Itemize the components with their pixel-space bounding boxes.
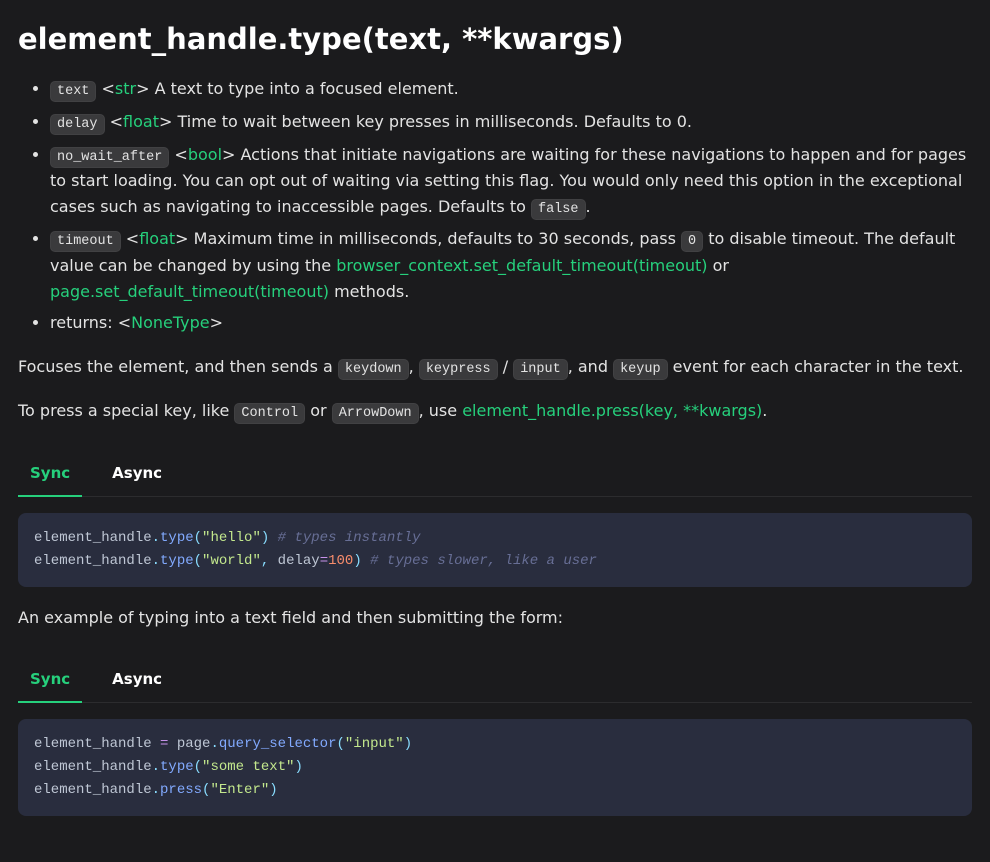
keydown-code: keydown <box>338 359 409 380</box>
link-element-handle-press[interactable]: element_handle.press(key, **kwargs) <box>462 401 762 420</box>
desc2-tail: . <box>762 401 767 420</box>
tok: "world" <box>202 553 261 569</box>
desc1-pre: Focuses the element, and then sends a <box>18 357 338 376</box>
desc2-pre: To press a special key, like <box>18 401 234 420</box>
param-no-wait-after: no_wait_after <bool> Actions that initia… <box>50 142 972 221</box>
parameters-list: text <str> A text to type into a focused… <box>18 76 972 335</box>
tok: element_handle <box>34 782 152 798</box>
tok: delay <box>278 553 320 569</box>
param-delay: delay <float> Time to wait between key p… <box>50 109 972 136</box>
control-code: Control <box>234 403 305 424</box>
description-events: Focuses the element, and then sends a ke… <box>18 354 972 381</box>
param-delay-desc: > Time to wait between key presses in mi… <box>159 112 692 131</box>
param-text: text <str> A text to type into a focused… <box>50 76 972 103</box>
tok: page <box>168 736 210 752</box>
tok: 100 <box>328 553 353 569</box>
param-returns: returns: <NoneType> <box>50 310 972 336</box>
tok: element_handle <box>34 530 152 546</box>
tok: "some text" <box>202 759 294 775</box>
tok <box>269 530 277 546</box>
code-tabs-2: Sync Async <box>18 657 972 703</box>
tok: ) <box>404 736 412 752</box>
type-link-str[interactable]: str <box>115 79 136 98</box>
tok: type <box>160 759 194 775</box>
tok: . <box>152 782 160 798</box>
param-name-code: text <box>50 81 96 102</box>
mid-paragraph: An example of typing into a text field a… <box>18 605 972 631</box>
tok <box>269 553 277 569</box>
param-name-code: delay <box>50 114 105 135</box>
tok: type <box>160 553 194 569</box>
keypress-code: keypress <box>419 359 498 380</box>
tok: "Enter" <box>210 782 269 798</box>
desc1-tail: event for each character in the text. <box>668 357 964 376</box>
tok: = <box>320 553 328 569</box>
param-text-desc: > A text to type into a focused element. <box>136 79 459 98</box>
false-code: false <box>531 199 586 220</box>
code-example-1: element_handle.type("hello") # types ins… <box>18 513 972 587</box>
tok: ( <box>194 759 202 775</box>
tab-async[interactable]: Async <box>100 657 174 703</box>
tok: element_handle <box>34 759 152 775</box>
param-timeout-or: or <box>708 256 729 275</box>
tok: "input" <box>345 736 404 752</box>
tab-sync[interactable]: Sync <box>18 657 82 703</box>
type-link-float[interactable]: float <box>123 112 159 131</box>
sep: , <box>409 357 419 376</box>
use: , use <box>419 401 463 420</box>
type-link-bool[interactable]: bool <box>188 145 222 164</box>
arrowdown-code: ArrowDown <box>332 403 419 424</box>
param-timeout: timeout <float> Maximum time in millisec… <box>50 226 972 304</box>
tok: ( <box>194 553 202 569</box>
type-link-float[interactable]: float <box>139 229 175 248</box>
tok: type <box>160 530 194 546</box>
tok: . <box>152 553 160 569</box>
tok: element_handle <box>34 736 160 752</box>
tok: ( <box>194 530 202 546</box>
tab-sync[interactable]: Sync <box>18 451 82 497</box>
tok: . <box>210 736 218 752</box>
tab-async[interactable]: Async <box>100 451 174 497</box>
tok: ) <box>294 759 302 775</box>
tok: , <box>261 553 269 569</box>
tok: "hello" <box>202 530 261 546</box>
param-timeout-tail: methods. <box>329 282 409 301</box>
link-browser-context-timeout[interactable]: browser_context.set_default_timeout(time… <box>336 256 707 275</box>
tok: element_handle <box>34 553 152 569</box>
keyup-code: keyup <box>613 359 668 380</box>
param-nwa-desc-2: . <box>586 197 591 216</box>
type-link-nonetype[interactable]: NoneType <box>131 313 210 332</box>
input-code: input <box>513 359 568 380</box>
doc-container: element_handle.type(text, **kwargs) text… <box>0 0 990 862</box>
tok <box>362 553 370 569</box>
tok: . <box>152 530 160 546</box>
tok: # types instantly <box>278 530 421 546</box>
tok: # types slower, like a user <box>370 553 597 569</box>
tok: . <box>152 759 160 775</box>
returns-label: returns: < <box>50 313 131 332</box>
tok: ) <box>261 530 269 546</box>
param-name-code: no_wait_after <box>50 147 169 168</box>
sep: , and <box>568 357 613 376</box>
tok: query_selector <box>219 736 337 752</box>
tok: press <box>160 782 202 798</box>
tok: ) <box>269 782 277 798</box>
tok: ( <box>336 736 344 752</box>
tok: ) <box>353 553 361 569</box>
link-page-timeout[interactable]: page.set_default_timeout(timeout) <box>50 282 329 301</box>
slash: / <box>498 357 514 376</box>
returns-tail: > <box>210 313 223 332</box>
or: or <box>305 401 332 420</box>
param-timeout-desc-1: > Maximum time in milliseconds, defaults… <box>175 229 681 248</box>
param-name-code: timeout <box>50 231 121 252</box>
zero-code: 0 <box>681 231 703 252</box>
code-example-2: element_handle = page.query_selector("in… <box>18 719 972 816</box>
method-heading: element_handle.type(text, **kwargs) <box>18 16 972 62</box>
description-special-key: To press a special key, like Control or … <box>18 398 972 425</box>
code-tabs-1: Sync Async <box>18 451 972 497</box>
